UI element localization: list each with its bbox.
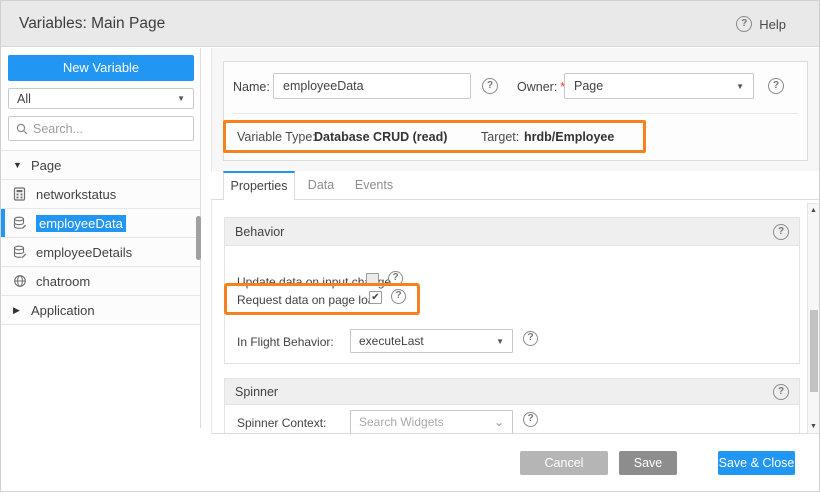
inflight-behavior-select[interactable]: executeLast ▼ [350, 329, 513, 353]
inflight-behavior-value: executeLast [359, 334, 424, 348]
request-data-label: Request data on page load [237, 293, 381, 307]
caret-right-icon: ▶ [13, 305, 22, 316]
tree-group-label: Application [31, 303, 95, 318]
check-icon: ✔ [370, 292, 381, 304]
tree-item-employeedetails[interactable]: employeeDetails [1, 238, 200, 267]
spinner-title: Spinner [235, 385, 278, 399]
search-icon [16, 123, 28, 135]
database-variable-icon [13, 216, 27, 230]
tab-properties[interactable]: Properties [223, 171, 295, 200]
chevron-down-icon: ⌄ [494, 417, 504, 427]
variables-dialog: Variables: Main Page ? Help New Variable… [0, 0, 820, 492]
tree-group-label: Page [31, 158, 61, 173]
properties-scrollbar[interactable]: ▲ ▼ [807, 203, 820, 434]
behavior-title: Behavior [235, 225, 284, 239]
tree-item-label: networkstatus [36, 187, 116, 202]
properties-panel: Behavior ? Update data on input change ?… [211, 200, 820, 434]
dropdown-arrow-icon: ▼ [736, 82, 744, 91]
cancel-button[interactable]: Cancel [520, 451, 608, 475]
tree-item-networkstatus[interactable]: networkstatus [1, 180, 200, 209]
variable-type-label: Variable Type: [237, 130, 316, 144]
tree-item-label: chatroom [36, 274, 90, 289]
behavior-help-icon[interactable]: ? [773, 224, 789, 240]
help-question-icon: ? [736, 16, 752, 32]
tree-item-label: employeeDetails [36, 245, 132, 260]
owner-select[interactable]: Page ▼ [564, 73, 754, 99]
variable-type-value: Database CRUD (read) [314, 130, 447, 144]
caret-down-icon: ▼ [13, 160, 22, 170]
new-variable-button[interactable]: New Variable [8, 55, 194, 81]
variable-filter-select[interactable]: All ▼ [8, 88, 194, 109]
owner-label: Owner:* [517, 80, 565, 94]
tree-group-page[interactable]: ▼ Page [1, 151, 200, 180]
device-variable-icon [13, 187, 27, 201]
help-label: Help [759, 17, 786, 32]
variables-tree: ▼ Page networkstatus employeeData emplo [1, 150, 200, 325]
variable-filter-value: All [17, 92, 31, 106]
request-data-checkbox[interactable]: ✔ [369, 291, 382, 304]
scroll-up-icon[interactable]: ▲ [808, 207, 819, 214]
scroll-down-icon[interactable]: ▼ [808, 423, 819, 430]
tab-data[interactable]: Data [301, 171, 341, 200]
tree-item-label: employeeData [36, 215, 126, 232]
target-value: hrdb/Employee [524, 130, 614, 144]
websocket-variable-icon [13, 274, 27, 288]
target-label: Target: [481, 130, 519, 144]
form-divider [233, 113, 798, 114]
spinner-section: Spinner ? Spinner Context: Search Widget… [224, 378, 800, 434]
tree-group-application[interactable]: ▶ Application [1, 296, 200, 325]
name-help-icon[interactable]: ? [482, 78, 498, 94]
page-title: Variables: Main Page [19, 15, 165, 33]
inflight-help-icon[interactable]: ? [523, 331, 538, 346]
spinner-context-label: Spinner Context: [237, 416, 326, 430]
spinner-context-placeholder: Search Widgets [359, 415, 444, 429]
name-input[interactable] [273, 73, 471, 99]
spinner-context-select[interactable]: Search Widgets ⌄ [350, 410, 513, 434]
save-and-close-button[interactable]: Save & Close [718, 451, 795, 475]
save-button[interactable]: Save [619, 451, 677, 475]
inflight-behavior-label: In Flight Behavior: [237, 335, 334, 349]
dialog-header: Variables: Main Page ? Help [1, 1, 820, 47]
variables-sidebar: New Variable All ▼ ▼ Page networkstatus [1, 48, 201, 428]
dropdown-arrow-icon: ▼ [496, 337, 504, 346]
scrollbar-thumb[interactable] [810, 310, 818, 392]
variable-search[interactable] [8, 116, 194, 141]
behavior-section: Behavior ? Update data on input change ?… [224, 217, 800, 364]
spinner-context-help-icon[interactable]: ? [523, 412, 538, 427]
request-data-help-icon[interactable]: ? [391, 289, 406, 304]
search-input[interactable] [33, 122, 173, 136]
owner-help-icon[interactable]: ? [768, 78, 784, 94]
tree-item-chatroom[interactable]: chatroom [1, 267, 200, 296]
sidebar-scrollbar-thumb[interactable] [196, 216, 201, 260]
help-link[interactable]: ? Help [736, 1, 786, 47]
tab-events[interactable]: Events [349, 171, 399, 200]
spinner-help-icon[interactable]: ? [773, 384, 789, 400]
tree-item-employeedata[interactable]: employeeData [1, 209, 200, 238]
name-label: Name:* [233, 80, 278, 94]
dropdown-arrow-icon: ▼ [177, 94, 185, 103]
database-variable-icon [13, 245, 27, 259]
owner-value: Page [574, 79, 603, 93]
behavior-section-header: Behavior ? [225, 218, 799, 246]
spinner-section-header: Spinner ? [225, 379, 799, 405]
